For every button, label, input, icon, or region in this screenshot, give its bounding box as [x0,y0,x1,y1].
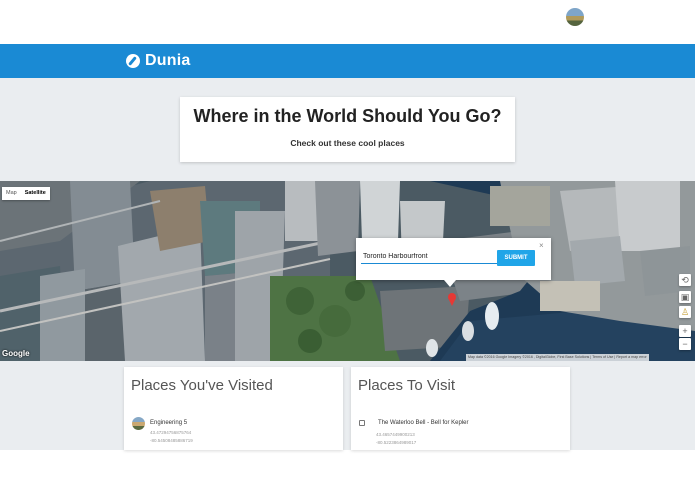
pegman-icon[interactable]: ♙ [679,306,691,318]
location-search-input[interactable] [361,250,498,264]
page-title: Where in the World Should You Go? [193,106,502,126]
user-name: Jonathan Smith [593,13,646,20]
visited-item-lng: -80.54508485886719 [150,438,193,443]
satellite-map[interactable] [0,181,695,361]
hero-card: Where in the World Should You Go? Check … [180,97,515,162]
google-logo: Google [2,349,30,358]
map-type-map[interactable]: Map [2,187,21,200]
place-checkbox[interactable] [359,420,365,426]
to-visit-item-name[interactable]: The Waterloo Bell - Bell for Kepler [378,420,468,426]
page-subtitle: Check out these cool places [290,138,405,148]
rotate-icon[interactable]: ⟲ [679,274,691,286]
brand-name: Dunia [145,52,191,69]
zoom-in-button[interactable]: + [679,325,691,337]
compass-icon [126,54,140,68]
zoom-out-button[interactable]: − [679,338,691,350]
visited-card: Places You've Visited Engineering 5 43.4… [124,367,343,450]
map-type-control: Map Satellite [2,187,50,200]
visited-item-lat: 43.47294756875764 [150,430,192,435]
to-visit-item-lng: -80.5223864989017 [376,440,417,445]
map-attribution[interactable]: Map data ©2016 Google Imagery ©2016 , Di… [466,354,649,361]
map-type-satellite[interactable]: Satellite [21,187,50,200]
brand[interactable]: Dunia [126,52,190,70]
map-imagery [0,181,695,361]
to-visit-item-lat: 43.4657449900213 [376,432,415,437]
close-icon[interactable]: × [539,241,544,250]
tilt-icon[interactable]: ▣ [679,291,691,303]
to-visit-card: Places To Visit The Waterloo Bell - Bell… [351,367,570,450]
signout-button[interactable]: SIGN-OUT [655,13,688,20]
navbar: Dunia [0,44,695,78]
avatar[interactable] [566,8,584,26]
visited-title: Places You've Visited [131,377,273,394]
search-popup: SUBMIT × [356,238,551,280]
submit-button[interactable]: SUBMIT [497,250,535,266]
to-visit-title: Places To Visit [358,377,455,394]
place-thumbnail [132,417,145,430]
popup-tail [444,280,456,287]
page: Dunia Jonathan Smith SIGN-OUT Where in t… [0,0,695,494]
visited-item-name[interactable]: Engineering 5 [150,420,187,426]
